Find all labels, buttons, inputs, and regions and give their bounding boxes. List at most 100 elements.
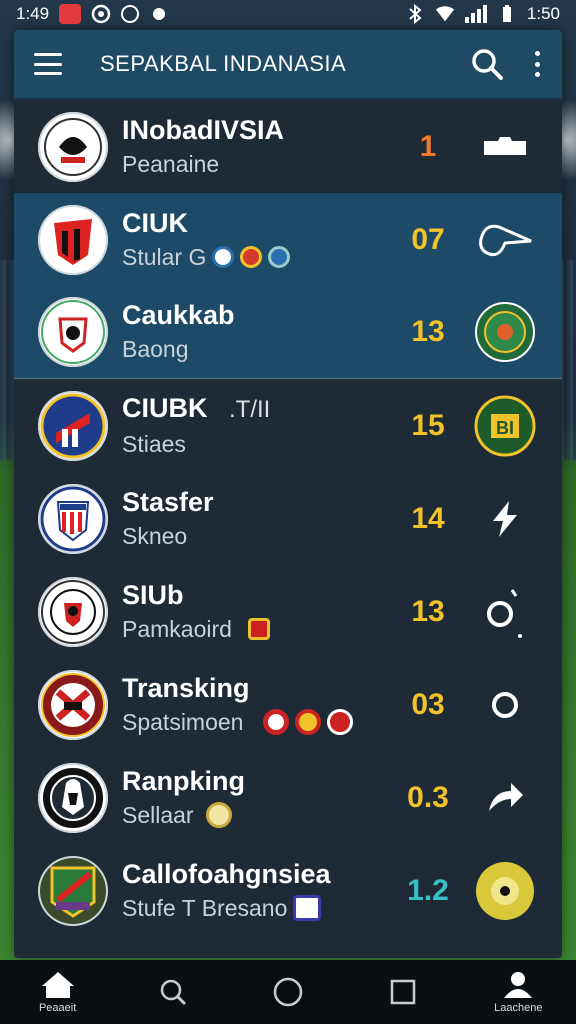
bluetooth-icon (405, 4, 425, 24)
mini-club-icon (212, 245, 235, 268)
list-item[interactable]: Stasfer Skneo 14 (14, 472, 562, 565)
status-right: 1:50 (405, 4, 560, 24)
nav-recent[interactable] (358, 960, 448, 1024)
more-vert-icon[interactable] (532, 51, 542, 77)
green-badge-icon[interactable] (472, 299, 538, 365)
club-name-line: CIUBK .T/II (122, 392, 398, 426)
club-crest-icon (38, 297, 108, 367)
status-battery-time: 1:50 (526, 4, 560, 23)
square-recent-icon (390, 979, 416, 1005)
club-crest-icon (38, 390, 108, 461)
status-bar: 1:49 1:50 (0, 0, 576, 28)
club-list: INobadIVSIA Peanaine 1 CIUK Stular G 07 … (14, 100, 562, 937)
share-icon[interactable] (472, 765, 538, 831)
club-name: INobadIVSIA (122, 114, 285, 145)
row-text: Ranpking Sellaar (122, 765, 398, 831)
ball-icon[interactable] (472, 858, 538, 924)
club-subtitle-text: Peanaine (122, 150, 220, 177)
club-crest-icon (38, 483, 108, 554)
list-item[interactable]: Ranpking Sellaar 0.3 (14, 751, 562, 844)
search-icon (160, 979, 186, 1006)
nav-profile[interactable]: Laachene (473, 960, 563, 1024)
ranking-panel: SEPAKBAL INDANASIA INobadIVSIA Peanaine … (14, 30, 562, 958)
club-subtitle-text: Pamkaoird (122, 615, 232, 642)
nav-search[interactable] (128, 960, 218, 1024)
row-text: Callofoahgnsiea Stufe T Bresano (122, 858, 398, 924)
mini-club-icon (295, 708, 322, 735)
camera-icon (91, 4, 111, 24)
bi-badge-icon[interactable]: BI (472, 393, 538, 459)
club-name: Transking (122, 672, 250, 703)
chat-icon (149, 4, 169, 24)
club-name: Callofoahgnsiea (122, 858, 331, 889)
nav-home[interactable]: Peaaeit (13, 960, 103, 1024)
sync-icon (121, 5, 140, 23)
club-subtitle: Spatsimoen (122, 706, 398, 738)
list-item[interactable]: CIUBK .T/II Stiaes 15 BI (14, 379, 562, 472)
row-text: INobadIVSIA Peanaine (122, 114, 398, 180)
list-item[interactable]: Callofoahgnsiea Stufe T Bresano 1.2 (14, 844, 562, 937)
club-subtitle-text: Stiaes (122, 430, 186, 457)
club-subtitle: Stular G (122, 241, 398, 273)
club-rank-number: 1.2 (407, 873, 449, 907)
club-subtitle: Sellaar (122, 799, 398, 831)
refresh-icon[interactable] (472, 579, 538, 645)
row-text: Stasfer Skneo (122, 486, 398, 552)
list-item[interactable]: Transking Spatsimoen 03 (14, 658, 562, 751)
club-subtitle: Pamkaoird (122, 613, 398, 645)
club-name: Ranpking (122, 765, 246, 796)
club-rank-number: 15 (411, 408, 445, 442)
club-subtitle: Stiaes (122, 428, 398, 460)
wifi-icon (435, 4, 455, 24)
club-name: CIUBK (122, 392, 208, 423)
club-rank-number: 14 (411, 501, 445, 535)
club-crest-icon (38, 576, 108, 647)
club-rank-number: 07 (411, 222, 445, 256)
circle-icon[interactable] (472, 672, 538, 738)
mini-ball-icon (263, 708, 290, 735)
profile-icon (504, 972, 533, 998)
nav-circle-home[interactable] (243, 960, 333, 1024)
svg-text:BI: BI (496, 418, 514, 438)
club-name: Stasfer (122, 486, 214, 517)
search-icon[interactable] (470, 47, 504, 81)
club-rank-number: 13 (411, 594, 445, 628)
club-subtitle: Baong (122, 333, 398, 365)
mini-club-icon (268, 245, 291, 268)
list-item[interactable]: Caukkab Baong 13 (14, 286, 562, 379)
row-text: Transking Spatsimoen (122, 672, 398, 738)
circle-home-icon (273, 977, 303, 1007)
whistle-icon[interactable] (472, 207, 538, 273)
ticket-icon[interactable] (472, 114, 538, 180)
row-text: Caukkab Baong (122, 299, 398, 365)
bottom-nav: Peaaeit Laachene (0, 960, 576, 1024)
club-crest-icon (38, 762, 108, 833)
club-subtitle-text: Spatsimoen (122, 708, 244, 735)
club-crest-icon (38, 669, 108, 740)
club-crest-icon (38, 111, 108, 182)
club-rank-number: 03 (411, 687, 445, 721)
row-text: CIUK Stular G (122, 207, 398, 273)
home-icon (41, 972, 74, 998)
club-subtitle: Skneo (122, 520, 398, 552)
club-subtitle-text: Stular G (122, 243, 207, 270)
mini-ball-icon (205, 801, 232, 828)
club-rank-number: 13 (411, 315, 445, 348)
club-name: CIUK (122, 207, 188, 238)
club-subtitle: Peanaine (122, 148, 398, 180)
club-name-extra: .T/II (229, 395, 271, 423)
list-item[interactable]: SIUb Pamkaoird 13 (14, 565, 562, 658)
club-subtitle-text: Skneo (122, 522, 188, 549)
flash-icon[interactable] (472, 486, 538, 552)
row-text: CIUBK .T/II Stiaes (122, 392, 398, 460)
list-item[interactable]: CIUK Stular G 07 (14, 193, 562, 286)
club-crest-icon (38, 855, 108, 926)
club-subtitle-text: Stufe T Bresano (122, 894, 288, 921)
list-item[interactable]: INobadIVSIA Peanaine 1 (14, 100, 562, 193)
menu-icon[interactable] (34, 53, 62, 75)
nav-home-label: Peaaeit (38, 1002, 77, 1014)
mini-club-icon (240, 245, 263, 268)
signal-icon (464, 5, 487, 23)
club-name: SIUb (122, 579, 184, 610)
row-text: SIUb Pamkaoird (122, 579, 398, 645)
